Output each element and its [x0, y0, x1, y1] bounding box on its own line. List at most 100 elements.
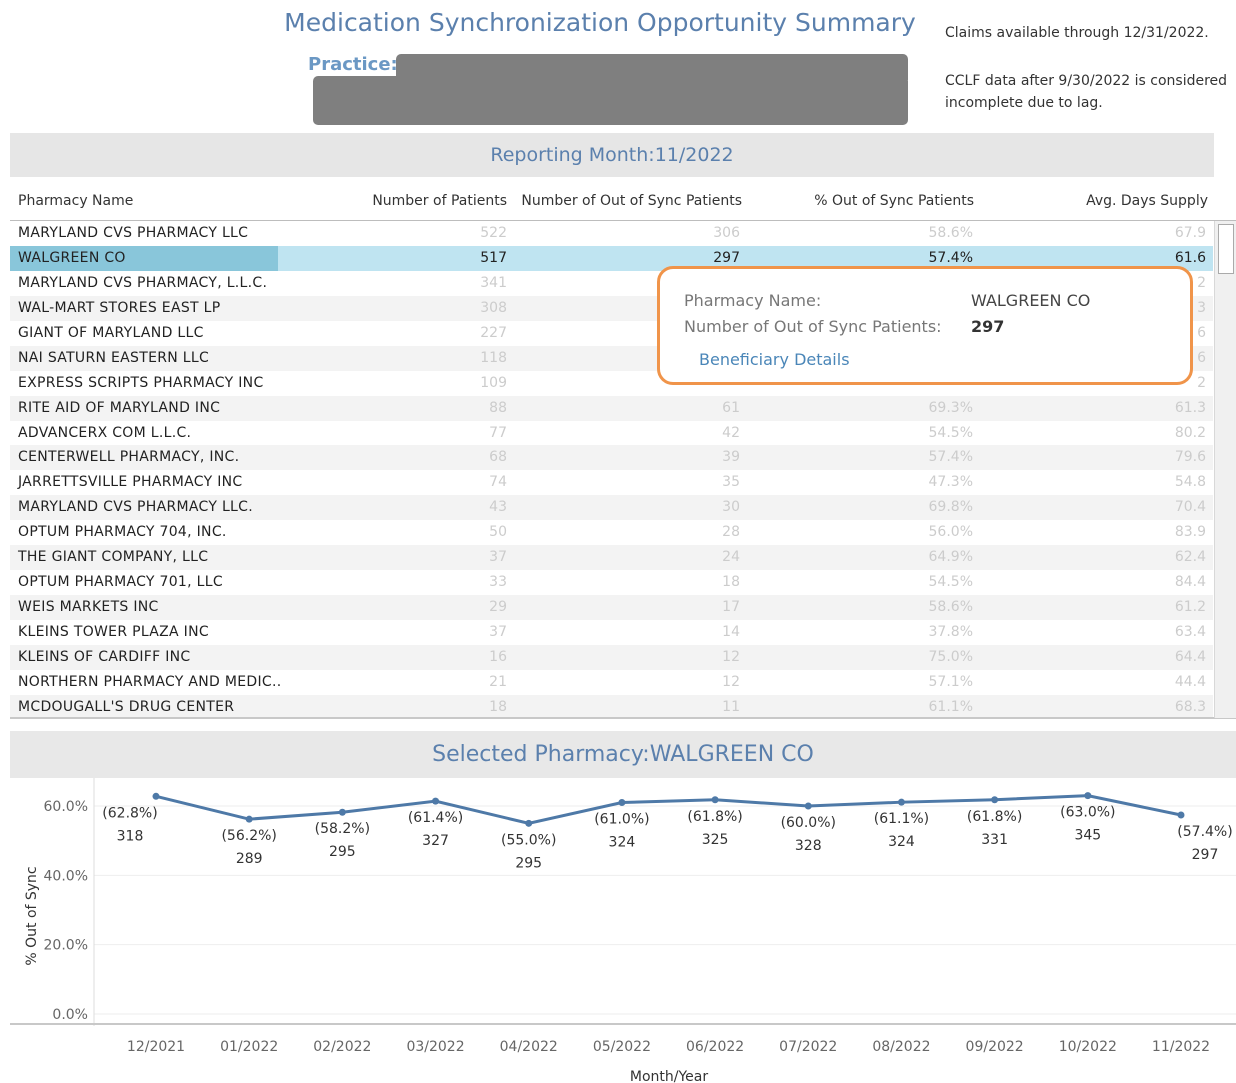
cell-number-of-patients: 68: [489, 449, 507, 466]
col-header-pharmacy-name[interactable]: Pharmacy Name: [18, 193, 133, 209]
cell-out-of-sync: 17: [722, 599, 740, 616]
data-point[interactable]: [618, 799, 626, 807]
cell-pharmacy-name: KLEINS OF CARDIFF INC: [18, 648, 191, 665]
cell-number-of-patients: 517: [480, 249, 507, 266]
data-point[interactable]: [152, 792, 160, 800]
table-row[interactable]: NORTHERN PHARMACY AND MEDIC.. 21 12 57.1% 44…: [10, 670, 1213, 695]
pct-data-label: (60.0%): [781, 815, 836, 831]
cell-out-of-sync: 18: [722, 574, 740, 591]
cell-avg-days-supply: 6: [1197, 324, 1206, 341]
cell-pharmacy-name: MARYLAND CVS PHARMACY, L.L.C.: [18, 274, 268, 291]
cell-avg-days-supply: 44.4: [1174, 673, 1206, 690]
tooltip-name-label: Pharmacy Name:: [684, 291, 822, 310]
practice-label: Practice:: [308, 54, 398, 75]
cell-number-of-patients: 21: [489, 673, 507, 690]
table-row[interactable]: THE GIANT COMPANY, LLC 37 24 64.9% 62.4: [10, 545, 1213, 571]
table-row[interactable]: JARRETTSVILLE PHARMACY INC 74 35 47.3% 54.8: [10, 470, 1213, 495]
series-line: [155, 794, 1182, 825]
cell-number-of-patients: 77: [489, 424, 507, 441]
cell-number-of-patients: 29: [489, 599, 507, 616]
table-row[interactable]: OPTUM PHARMACY 704, INC. 50 28 56.0% 83.9: [10, 520, 1213, 545]
cell-pct-out-of-sync: 47.3%: [928, 474, 973, 491]
table-row[interactable]: WEIS MARKETS INC 29 17 58.6% 61.2: [10, 595, 1213, 620]
cell-out-of-sync: 30: [722, 499, 740, 516]
cell-pharmacy-name: ADVANCERX COM L.L.C.: [18, 424, 192, 441]
cell-pharmacy-name: EXPRESS SCRIPTS PHARMACY INC: [18, 374, 264, 391]
cell-pharmacy-name: OPTUM PHARMACY 701, LLC: [18, 574, 223, 591]
col-header-pct-out-of-sync[interactable]: % Out of Sync Patients: [814, 193, 974, 209]
cell-out-of-sync: 39: [722, 449, 740, 466]
data-point[interactable]: [711, 796, 719, 804]
count-data-label: 324: [888, 834, 915, 850]
data-point[interactable]: [804, 802, 812, 810]
data-point[interactable]: [432, 797, 440, 805]
table-row[interactable]: ADVANCERX COM L.L.C. 77 42 54.5% 80.2: [10, 421, 1213, 446]
cell-pct-out-of-sync: 37.8%: [928, 624, 973, 640]
table-row[interactable]: MARYLAND CVS PHARMACY LLC. 43 30 69.8% 70.4: [10, 495, 1213, 521]
data-point[interactable]: [1084, 792, 1092, 800]
cell-avg-days-supply: 61.3: [1174, 399, 1206, 416]
col-header-out-of-sync-patients[interactable]: Number of Out of Sync Patients: [521, 193, 742, 209]
col-header-number-of-patients[interactable]: Number of Patients: [372, 193, 507, 209]
x-tick-label: 07/2022: [779, 1039, 837, 1055]
count-data-label: 297: [1192, 847, 1219, 863]
cell-pct-out-of-sync: 58.6%: [928, 225, 973, 241]
cell-pct-out-of-sync: 57.1%: [928, 673, 973, 690]
cell-pct-out-of-sync: 69.8%: [928, 499, 973, 516]
cell-pharmacy-name: MARYLAND CVS PHARMACY LLC.: [18, 499, 253, 516]
pharmacy-tooltip: Pharmacy Name: WALGREEN CO Number of Out…: [657, 266, 1193, 385]
cell-pharmacy-name: NAI SATURN EASTERN LLC: [18, 349, 210, 366]
table-scrollbar[interactable]: [1214, 221, 1236, 718]
cell-avg-days-supply: 68.3: [1174, 698, 1206, 715]
cell-pct-out-of-sync: 56.0%: [928, 524, 973, 541]
data-point[interactable]: [1177, 811, 1185, 819]
cell-number-of-patients: 74: [489, 474, 507, 491]
data-point[interactable]: [245, 815, 253, 823]
pct-data-label: (57.4%): [1177, 824, 1232, 840]
cell-number-of-patients: 522: [480, 225, 507, 241]
cell-avg-days-supply: 54.8: [1174, 474, 1206, 491]
cell-out-of-sync: 24: [722, 549, 740, 566]
x-axis-title: Month/Year: [630, 1069, 708, 1083]
cell-number-of-patients: 16: [489, 648, 507, 665]
cell-pharmacy-name: MCDOUGALL'S DRUG CENTER: [18, 698, 235, 715]
y-tick-label: 20.0%: [44, 938, 88, 954]
table-row[interactable]: KLEINS OF CARDIFF INC 16 12 75.0% 64.4: [10, 644, 1213, 670]
table-row[interactable]: OPTUM PHARMACY 701, LLC 33 18 54.5% 84.4: [10, 570, 1213, 595]
cell-pharmacy-name: GIANT OF MARYLAND LLC: [18, 324, 204, 341]
col-header-avg-days-supply[interactable]: Avg. Days Supply: [1086, 193, 1208, 209]
table-row[interactable]: MARYLAND CVS PHARMACY LLC 522 306 58.6% 67.9: [10, 221, 1213, 246]
data-point[interactable]: [991, 796, 999, 804]
count-data-label: 328: [795, 838, 822, 854]
table-row[interactable]: KLEINS TOWER PLAZA INC 37 14 37.8% 63.4: [10, 620, 1213, 645]
cell-out-of-sync: 12: [722, 648, 740, 665]
pct-data-label: (61.8%): [687, 809, 742, 825]
cell-number-of-patients: 37: [489, 549, 507, 566]
x-tick-label: 05/2022: [593, 1039, 651, 1055]
cell-out-of-sync: 306: [713, 225, 740, 241]
table-row[interactable]: MCDOUGALL'S DRUG CENTER 18 11 61.1% 68.3: [10, 694, 1213, 718]
cell-pharmacy-name: MARYLAND CVS PHARMACY LLC: [18, 225, 249, 241]
redacted-practice-details: [313, 76, 908, 125]
cell-number-of-patients: 37: [489, 624, 507, 640]
data-point[interactable]: [525, 819, 533, 827]
pct-data-label: (61.0%): [594, 812, 649, 828]
out-of-sync-trend-chart: 0.0% 20.0% 40.0% 60.0% % Out of Sync (62.8%…: [10, 778, 1236, 1083]
cell-pharmacy-name: NORTHERN PHARMACY AND MEDIC..: [18, 673, 282, 690]
beneficiary-details-link[interactable]: Beneficiary Details: [699, 350, 850, 369]
reporting-month-banner: Reporting Month:11/2022: [10, 133, 1214, 177]
cell-number-of-patients: 341: [480, 274, 507, 291]
cell-pharmacy-name: JARRETTSVILLE PHARMACY INC: [18, 474, 243, 491]
table-row[interactable]: CENTERWELL PHARMACY, INC. 68 39 57.4% 79.6: [10, 445, 1213, 471]
x-tick-label: 02/2022: [313, 1039, 371, 1055]
data-point[interactable]: [338, 808, 346, 816]
tooltip-name-value: WALGREEN CO: [971, 291, 1091, 310]
count-data-label: 318: [117, 828, 144, 844]
scrollbar-thumb[interactable]: [1218, 224, 1234, 274]
table-row[interactable]: RITE AID OF MARYLAND INC 88 61 69.3% 61.3: [10, 395, 1213, 421]
pct-data-label: (61.4%): [408, 810, 463, 826]
cell-avg-days-supply: 64.4: [1174, 648, 1206, 665]
cell-out-of-sync: 42: [722, 424, 740, 441]
data-point[interactable]: [897, 798, 905, 806]
y-axis-title: % Out of Sync: [24, 866, 40, 965]
